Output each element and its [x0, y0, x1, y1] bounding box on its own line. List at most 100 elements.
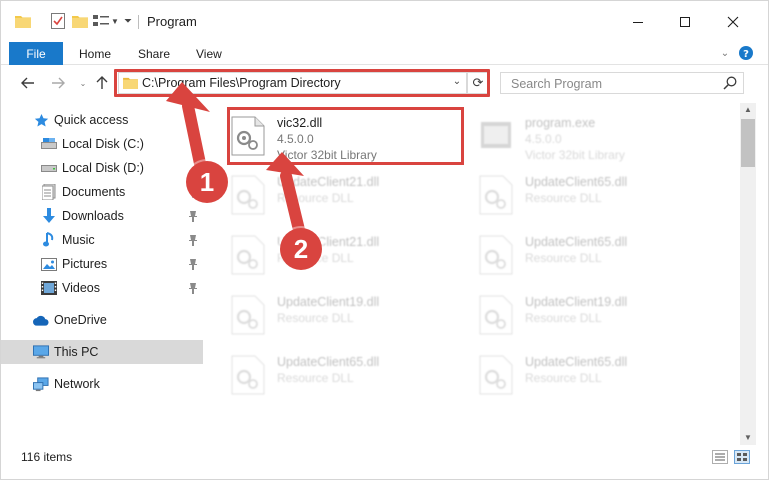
sidebar-item-local-disk-d[interactable]: Local Disk (D:) [1, 156, 203, 180]
file-item[interactable]: UpdateClient65.dll Resource DLL [479, 171, 709, 223]
step-marker-1: 1 [186, 161, 228, 203]
pin-icon[interactable] [188, 234, 198, 246]
window-title: Program [147, 14, 197, 29]
sidebar-item-quick-access[interactable]: Quick access [1, 108, 203, 132]
search-box[interactable]: Search Program [500, 72, 744, 94]
folder-icon [15, 11, 31, 31]
sidebar-item-label: Pictures [62, 257, 108, 271]
file-item[interactable]: UpdateClient65.dll Resource DLL [231, 351, 461, 403]
sidebar-item-documents[interactable]: Documents [1, 180, 203, 204]
status-bar: 116 items [1, 445, 768, 469]
documents-icon [41, 184, 57, 200]
file-item-program-exe[interactable]: program.exe 4.5.0.0 Victor 32bit Library [479, 112, 709, 164]
sidebar-item-network[interactable]: Network [1, 372, 203, 396]
tab-share[interactable]: Share [138, 42, 170, 65]
title-separator [138, 15, 139, 29]
view-options-icon[interactable] [93, 11, 109, 31]
file-item[interactable]: UpdateClient65.dll Resource DLL [479, 351, 709, 403]
new-folder-icon[interactable] [72, 11, 88, 31]
file-name: UpdateClient19.dll [277, 295, 380, 309]
tab-file[interactable]: File [9, 42, 63, 65]
dll-file-icon [479, 175, 517, 215]
forward-button[interactable] [49, 74, 67, 92]
file-description: Resource DLL [525, 311, 602, 325]
file-item[interactable]: UpdateClient65.dll Resource DLL [479, 231, 709, 283]
file-description: Resource DLL [525, 191, 602, 205]
title-bar: ▼ ⏷ Program [1, 1, 768, 41]
file-item[interactable]: UpdateClient19.dll Resource DLL [479, 291, 709, 343]
chevron-down-icon[interactable]: ▼ [110, 11, 120, 31]
svg-text:?: ? [743, 49, 749, 60]
vertical-scrollbar[interactable]: ▲ ▼ [740, 103, 756, 445]
file-item[interactable]: UpdateClient21.dll Resource DLL [231, 171, 461, 223]
details-view-icon[interactable] [712, 450, 728, 464]
tab-view[interactable]: View [196, 42, 222, 65]
pin-icon[interactable] [188, 258, 198, 270]
sidebar-item-label: This PC [54, 345, 99, 359]
up-button[interactable] [93, 74, 111, 92]
file-description: Resource DLL [277, 311, 354, 325]
dll-file-icon [231, 235, 269, 275]
sidebar-item-downloads[interactable]: Downloads [1, 204, 203, 228]
sidebar-item-music[interactable]: Music [1, 228, 203, 252]
dll-file-icon [479, 295, 517, 335]
expand-ribbon-icon[interactable]: ⌄ [717, 45, 733, 61]
file-description: Resource DLL [277, 191, 354, 205]
chevron-down-icon: ⌄ [79, 78, 87, 88]
sidebar-item-label: Videos [62, 281, 100, 295]
sidebar-item-videos[interactable]: Videos [1, 276, 203, 300]
dll-file-icon [479, 235, 517, 275]
dll-file-icon [231, 175, 269, 215]
back-button[interactable] [19, 74, 37, 92]
item-count: 116 items [21, 450, 73, 464]
pictures-icon [41, 256, 57, 272]
sidebar-item-label: Local Disk (C:) [62, 137, 144, 151]
scroll-up-arrow[interactable]: ▲ [740, 103, 756, 117]
file-name: UpdateClient65.dll [277, 355, 380, 369]
arrow-left-icon [21, 77, 34, 89]
file-name: UpdateClient21.dll [277, 175, 380, 189]
properties-icon[interactable] [50, 11, 66, 31]
pin-icon[interactable] [188, 210, 198, 222]
step-marker-2: 2 [280, 228, 322, 270]
scroll-down-arrow[interactable]: ▼ [740, 431, 756, 445]
tiles-view-icon[interactable] [734, 450, 750, 464]
help-icon[interactable]: ? [738, 45, 754, 61]
sidebar-item-onedrive[interactable]: OneDrive [1, 308, 203, 332]
customize-toolbar-icon[interactable]: ⏷ [122, 11, 134, 31]
tab-home[interactable]: Home [79, 42, 111, 65]
file-explorer-window: ▼ ⏷ Program File Home Share View ⌄ ? ⌄ C… [0, 0, 769, 480]
pin-icon[interactable] [188, 282, 198, 294]
navigation-pane: Quick access Local Disk (C:) Local Disk … [1, 103, 203, 445]
sidebar-item-label: Local Disk (D:) [62, 161, 144, 175]
file-item[interactable]: UpdateClient19.dll Resource DLL [231, 291, 461, 343]
music-icon [41, 232, 57, 248]
search-input[interactable]: Search Program [511, 77, 602, 91]
sidebar-item-pictures[interactable]: Pictures [1, 252, 203, 276]
exe-file-icon [479, 116, 517, 156]
drive-icon [41, 136, 57, 152]
file-item[interactable]: UpdateClient21.dll Resource DLL [231, 231, 461, 283]
videos-icon [41, 280, 57, 296]
search-icon[interactable] [723, 76, 739, 92]
sidebar-item-label: OneDrive [54, 313, 107, 327]
sidebar-item-local-disk-c[interactable]: Local Disk (C:) [1, 132, 203, 156]
close-button[interactable] [713, 7, 753, 37]
arrow-right-icon [52, 77, 65, 89]
cloud-icon [33, 312, 49, 328]
window-bottom-edge [1, 469, 768, 479]
ribbon-tabs: File Home Share View ⌄ ? [1, 41, 768, 65]
navigation-row: ⌄ C:\Program Files\Program Directory ⌄ ⟳… [1, 65, 768, 103]
star-icon [33, 112, 49, 128]
maximize-button[interactable] [665, 7, 705, 37]
dll-file-icon [231, 355, 269, 395]
sidebar-item-label: Documents [62, 185, 126, 199]
maximize-icon [680, 17, 690, 27]
minimize-button[interactable] [618, 7, 658, 37]
recent-locations-button[interactable]: ⌄ [74, 74, 92, 92]
file-description: Resource DLL [277, 371, 354, 385]
sidebar-item-this-pc[interactable]: This PC [1, 340, 203, 364]
file-name: UpdateClient65.dll [525, 235, 628, 249]
scrollbar-thumb[interactable] [741, 119, 755, 167]
file-description: Victor 32bit Library [525, 148, 625, 162]
